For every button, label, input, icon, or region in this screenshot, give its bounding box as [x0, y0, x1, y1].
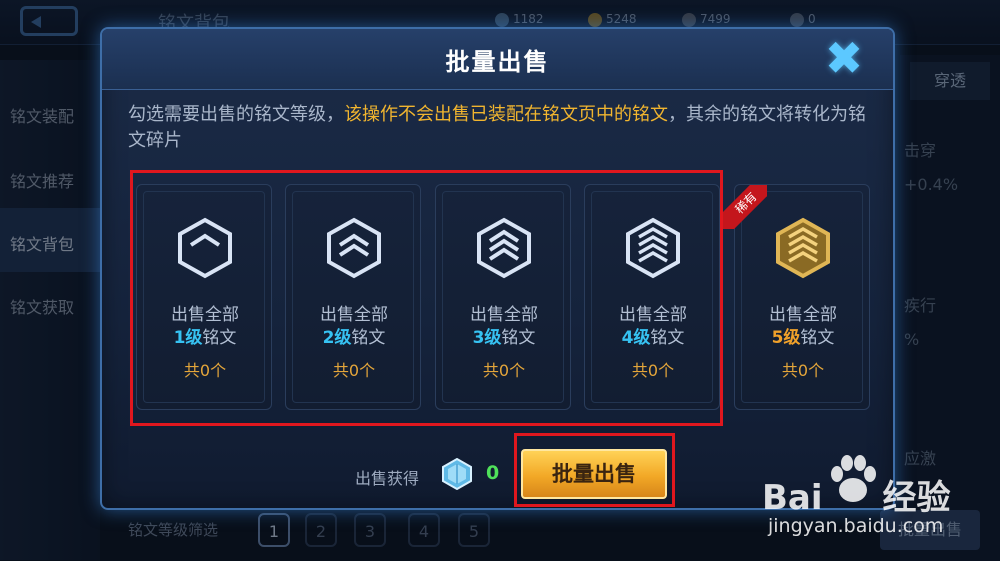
card-4-count: 共0个	[631, 361, 675, 380]
card-5-title: 出售全部	[769, 305, 837, 325]
card-3-level: 3级	[472, 328, 502, 348]
rare-badge: 稀有	[723, 185, 767, 229]
level-3-emblem-icon	[477, 217, 531, 279]
card-1-title: 出售全部	[171, 305, 239, 325]
description-text-1: 勾选需要出售的铭文等级，	[128, 104, 344, 125]
card-4-level-line: 4级铭文	[585, 323, 721, 348]
card-2-count: 共0个	[332, 361, 376, 380]
card-3-level-line: 3级铭文	[436, 323, 572, 348]
sell-gain-value: 0	[486, 462, 500, 484]
card-5-count: 共0个	[781, 361, 825, 380]
batch-sell-dialog: 批量出售 ✖ 勾选需要出售的铭文等级，该操作不会出售已装配在铭文页中的铭文，其余…	[100, 27, 895, 510]
level-2-emblem-icon	[327, 217, 381, 279]
description-warning: 该操作不会出售已装配在铭文页中的铭文	[344, 104, 668, 125]
card-3-suffix: 铭文	[501, 328, 536, 348]
card-1-suffix: 铭文	[202, 328, 237, 348]
dialog-title: 批量出售	[445, 48, 550, 76]
card-4-level: 4级	[621, 328, 651, 348]
baidu-watermark-logo: Bai 经验	[762, 470, 951, 519]
watermark-bai: Bai	[762, 478, 823, 518]
batch-sell-button[interactable]: 批量出售	[521, 449, 667, 499]
baidu-watermark-url: jingyan.baidu.com	[768, 515, 944, 537]
card-1-level: 1级	[173, 328, 203, 348]
crystal-icon	[442, 458, 472, 490]
card-2-suffix: 铭文	[351, 328, 386, 348]
level-4-emblem-icon	[626, 217, 680, 279]
card-1-count: 共0个	[183, 361, 227, 380]
sell-level-2-card[interactable]: 出售全部 2级铭文 共0个	[285, 184, 421, 410]
card-3-title: 出售全部	[470, 305, 538, 325]
level-5-emblem-icon	[776, 217, 830, 279]
card-4-suffix: 铭文	[650, 328, 685, 348]
card-2-title: 出售全部	[320, 305, 388, 325]
sell-level-4-card[interactable]: 出售全部 4级铭文 共0个	[584, 184, 720, 410]
card-5-suffix: 铭文	[800, 328, 835, 348]
watermark-jingyan: 经验	[882, 478, 951, 518]
card-1-level-line: 1级铭文	[137, 323, 273, 348]
close-icon[interactable]: ✖	[814, 35, 874, 81]
rare-badge-label: 稀有	[723, 185, 767, 229]
level-1-emblem-icon	[178, 217, 232, 279]
card-3-count: 共0个	[482, 361, 526, 380]
sell-level-3-card[interactable]: 出售全部 3级铭文 共0个	[435, 184, 571, 410]
card-2-level: 2级	[322, 328, 352, 348]
sell-gain-label: 出售获得	[355, 469, 420, 488]
card-4-title: 出售全部	[619, 305, 687, 325]
sell-level-1-card[interactable]: 出售全部 1级铭文 共0个	[136, 184, 272, 410]
card-5-level-line: 5级铭文	[735, 323, 871, 348]
card-2-level-line: 2级铭文	[286, 323, 422, 348]
dialog-description: 勾选需要出售的铭文等级，该操作不会出售已装配在铭文页中的铭文，其余的铭文将转化为…	[128, 102, 873, 154]
card-5-level: 5级	[771, 328, 801, 348]
